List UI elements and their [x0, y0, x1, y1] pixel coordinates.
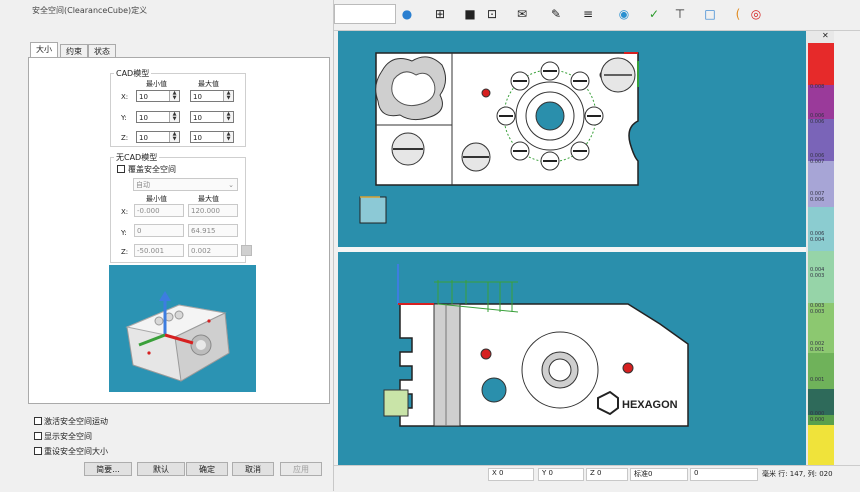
- spin-arrows-icon[interactable]: ▲ ▼: [223, 91, 233, 101]
- cad-min-header: 最小值: [146, 80, 167, 88]
- cube-icon[interactable]: ■: [462, 6, 478, 22]
- colorbar-segment: [808, 43, 834, 85]
- toolbar: ● ⊞ ■ ⊡ ✉ ✎ ≡ ◉ ✓ ⊤ □ ( ◎: [334, 0, 860, 31]
- reset-size-checkbox[interactable]: [34, 447, 42, 455]
- cad-z-min-value: 10: [139, 134, 148, 142]
- preview-viewport[interactable]: [109, 265, 256, 392]
- status-x: X 0: [492, 469, 504, 477]
- pick-button: [241, 245, 252, 256]
- tab-status[interactable]: 状态: [88, 44, 116, 58]
- show-clearance-checkbox[interactable]: [34, 432, 42, 440]
- status-field: 0: [694, 469, 699, 477]
- nocad-y-max: 64.915: [188, 224, 238, 237]
- probe-icon[interactable]: ⊤: [672, 6, 688, 22]
- frame-icon[interactable]: ⊡: [484, 6, 500, 22]
- tab-constraint[interactable]: 约束: [60, 44, 88, 58]
- toolbar-dropdown[interactable]: [334, 4, 396, 24]
- path-icon[interactable]: ✓: [646, 6, 662, 22]
- part-preview-image: [125, 291, 230, 382]
- dialog-title: 安全空间(ClearanceCube)定义: [32, 6, 148, 15]
- nocad-max-header: 最大值: [198, 195, 219, 203]
- stop-icon[interactable]: ◎: [748, 6, 764, 22]
- cad-y-max-input[interactable]: 10 ▲ ▼: [190, 111, 234, 123]
- sphere-icon[interactable]: ◉: [616, 6, 632, 22]
- spin-arrows-icon[interactable]: ▲ ▼: [169, 91, 179, 101]
- tab-size[interactable]: 大小: [30, 42, 58, 58]
- status-z: Z 0: [590, 469, 602, 477]
- nocad-z-label: Z:: [121, 248, 129, 256]
- tool-icon[interactable]: ✎: [548, 6, 564, 22]
- grid-view-icon[interactable]: ⊞: [432, 6, 448, 22]
- cad-y-min-input[interactable]: 10 ▲ ▼: [136, 111, 180, 123]
- colorbar-segment: [808, 353, 834, 389]
- close-icon[interactable]: ✕: [822, 31, 829, 40]
- cad-z-min-input[interactable]: 10 ▲ ▼: [136, 131, 180, 143]
- cad-z-max-input[interactable]: 10 ▲ ▼: [190, 131, 234, 143]
- spin-arrows-icon[interactable]: ▲ ▼: [223, 132, 233, 142]
- default-button[interactable]: 默认: [137, 462, 185, 476]
- cad-x-max-input[interactable]: 10 ▲ ▼: [190, 90, 234, 102]
- cad-model-title: CAD模型: [114, 68, 152, 79]
- clearance-dialog: 安全空间(ClearanceCube)定义 大小 约束 状态 CAD模型 最小值…: [0, 0, 334, 491]
- activate-motion-checkbox[interactable]: [34, 417, 42, 425]
- status-y: Y 0: [542, 469, 553, 477]
- status-std: 标准0: [634, 470, 653, 478]
- nocad-y-label: Y:: [121, 229, 127, 237]
- spin-arrows-icon[interactable]: ▲ ▼: [223, 112, 233, 122]
- override-checkbox[interactable]: [117, 165, 125, 173]
- nocad-min-header: 最小值: [146, 195, 167, 203]
- side-view-viewport[interactable]: HEXAGON: [338, 252, 806, 465]
- screen-icon[interactable]: □: [702, 6, 718, 22]
- mode-select: 自动 ⌄: [133, 178, 238, 191]
- cad-z-label: Z:: [121, 134, 129, 142]
- cad-x-label: X:: [121, 93, 129, 101]
- reset-size-label: 重设安全空间大小: [44, 447, 108, 456]
- cancel-button[interactable]: 取消: [232, 462, 274, 476]
- status-units: 毫米 行: 147, 列: 020: [762, 470, 833, 478]
- spin-arrows-icon[interactable]: ▲ ▼: [169, 132, 179, 142]
- status-field-box: [690, 468, 758, 481]
- colorbar-segment: [808, 207, 834, 251]
- nocad-z-max: 0.002: [188, 244, 238, 257]
- chevron-down-icon: ⌄: [228, 181, 234, 189]
- nocad-x-label: X:: [121, 208, 129, 216]
- cad-y-label: Y:: [121, 114, 127, 122]
- deviation-colorbar: ✕ 0.008 0.006 0.006 0.006 0.007 0.007 0.…: [806, 31, 834, 465]
- cad-y-min-value: 10: [139, 114, 148, 122]
- activate-motion-label: 激活安全空间运动: [44, 417, 108, 426]
- cad-x-max-value: 10: [193, 93, 202, 101]
- override-label: 覆盖安全空间: [128, 165, 176, 174]
- top-view-drawing: [359, 52, 639, 224]
- hexagon-logo-text: HEXAGON: [622, 399, 678, 411]
- ok-button[interactable]: 确定: [186, 462, 228, 476]
- globe-icon[interactable]: ●: [399, 6, 415, 22]
- browse-button[interactable]: 简要...: [84, 462, 132, 476]
- cad-z-max-value: 10: [193, 134, 202, 142]
- spin-arrows-icon[interactable]: ▲ ▼: [169, 112, 179, 122]
- comment-icon[interactable]: ✉: [514, 6, 530, 22]
- cad-x-min-value: 10: [139, 93, 148, 101]
- cad-max-header: 最大值: [198, 80, 219, 88]
- nocad-x-max: 120.000: [188, 204, 238, 217]
- top-view-viewport[interactable]: [338, 31, 806, 247]
- nocad-y-min: 0: [134, 224, 184, 237]
- side-view-drawing: HEXAGON: [383, 264, 689, 427]
- show-clearance-label: 显示安全空间: [44, 432, 92, 441]
- mode-value: 自动: [136, 181, 150, 189]
- colorbar-segment: [808, 425, 834, 465]
- cad-y-max-value: 10: [193, 114, 202, 122]
- arc-icon[interactable]: (: [730, 6, 746, 22]
- nocad-title: 无CAD模型: [114, 152, 160, 163]
- nocad-x-min: -0.000: [134, 204, 184, 217]
- nocad-z-min: -50.001: [134, 244, 184, 257]
- cad-x-min-input[interactable]: 10 ▲ ▼: [136, 90, 180, 102]
- align-icon[interactable]: ≡: [580, 6, 596, 22]
- apply-button[interactable]: 应用: [280, 462, 322, 476]
